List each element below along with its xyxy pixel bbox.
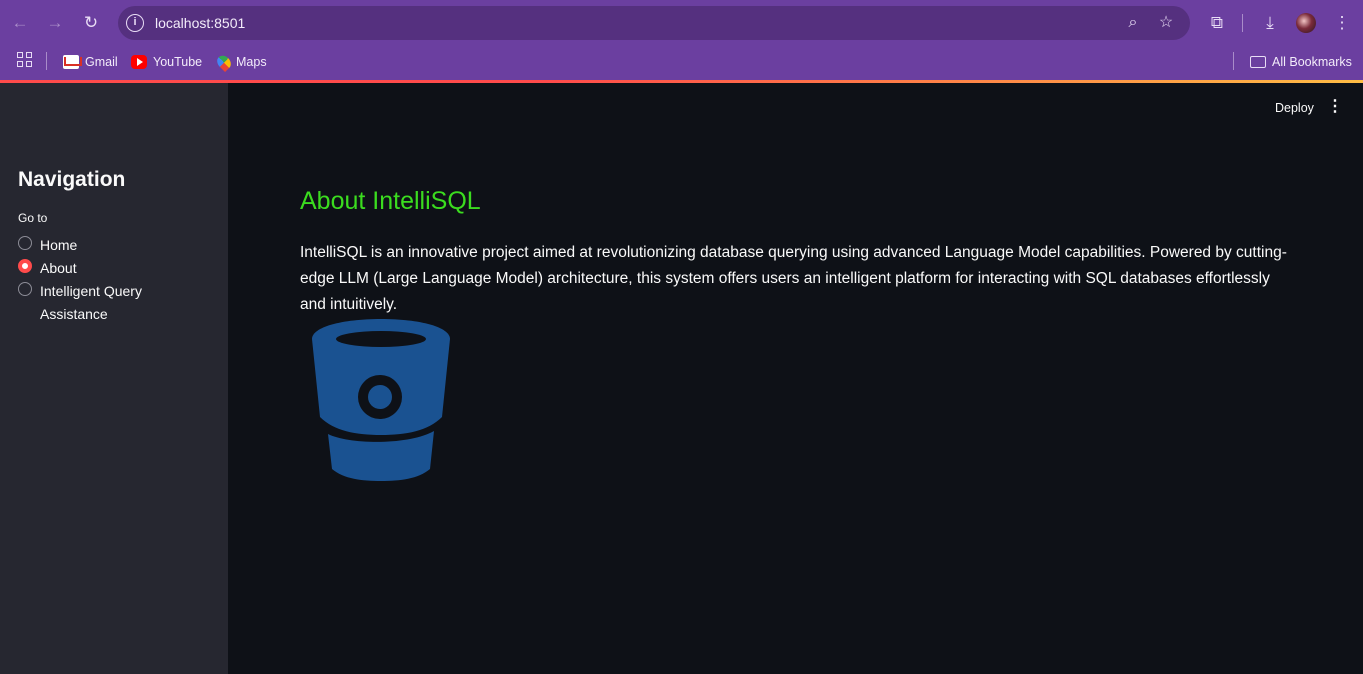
radio-circle[interactable] [18,282,32,296]
bookmark-label: YouTube [153,55,203,69]
forward-arrow-icon[interactable]: → [42,10,68,36]
bookmark-star-icon[interactable]: ☆ [1155,12,1177,34]
download-icon[interactable]: ⤓ [1258,11,1282,35]
address-url[interactable]: localhost:8501 [155,14,245,32]
bookmark-maps[interactable]: Maps [214,52,267,72]
gmail-icon [63,55,79,69]
deploy-button[interactable]: Deploy [1275,101,1314,115]
radio-circle-selected[interactable] [18,259,32,273]
toolbar-divider [1242,14,1243,32]
bitbucket-logo-icon [312,319,450,481]
main-content: Deploy ⋮ About IntelliSQL IntelliSQL is … [228,83,1363,674]
site-info-icon[interactable]: i [126,14,144,32]
page-heading: About IntelliSQL [300,187,481,215]
bookmark-youtube[interactable]: YouTube [131,52,202,72]
address-bar[interactable]: i localhost:8501 ⌕ ☆ [118,6,1190,40]
youtube-icon [131,55,147,69]
back-arrow-icon[interactable]: ← [7,10,33,36]
maps-icon [214,52,234,72]
all-bookmarks-label: All Bookmarks [1272,55,1352,69]
folder-icon [1250,56,1266,68]
radio-option-intelligent-query-assistance[interactable]: Intelligent Query Assistance [18,280,190,326]
about-paragraph: IntelliSQL is an innovative project aime… [300,244,1287,313]
radio-option-label: Intelligent Query Assistance [40,283,142,322]
sidebar-title: Navigation [18,168,126,191]
zoom-icon[interactable]: ⌕ [1122,12,1144,34]
bookmarks-right-divider [1233,52,1234,70]
profile-avatar[interactable] [1296,13,1316,33]
sidebar: Navigation Go to Home About Intelligent … [0,83,228,674]
bookmark-label: Gmail [85,55,118,69]
radio-circle[interactable] [18,236,32,250]
radio-option-label: Home [40,237,78,253]
radio-option-home[interactable]: Home [18,234,190,257]
bookmark-gmail[interactable]: Gmail [63,52,118,72]
browser-chrome: ← → ↻ i localhost:8501 ⌕ ☆ ⧉ ⤓ ⋮ Gmail Y… [0,0,1363,81]
extensions-icon[interactable]: ⧉ [1205,11,1229,35]
reload-icon[interactable]: ↻ [78,10,104,36]
radio-option-about[interactable]: About [18,257,190,280]
radio-option-label: About [40,260,77,276]
bookmark-label: Maps [236,55,267,69]
all-bookmarks-button[interactable]: All Bookmarks [1250,52,1352,72]
browser-toolbar: ← → ↻ i localhost:8501 ⌕ ☆ ⧉ ⤓ ⋮ [0,0,1363,46]
main-menu-icon[interactable]: ⋮ [1327,98,1343,116]
browser-menu-icon[interactable]: ⋮ [1330,11,1354,35]
bookmarks-bar: Gmail YouTube Maps All Bookmarks [0,46,1363,78]
radio-group-label: Go to [18,211,48,225]
